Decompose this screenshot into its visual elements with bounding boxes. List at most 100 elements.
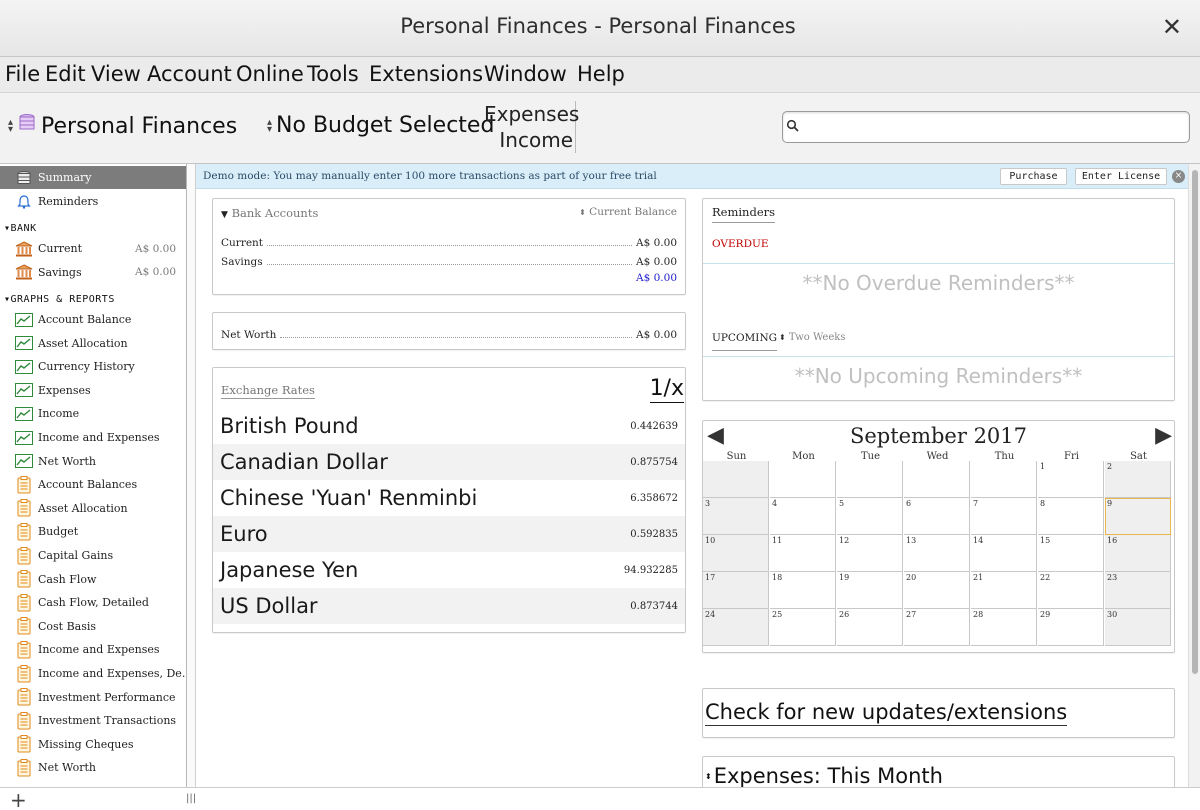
menu-tools[interactable]: Tools xyxy=(307,62,359,86)
enter-license-button[interactable]: Enter License xyxy=(1075,168,1167,185)
calendar-day[interactable]: 2 xyxy=(1105,461,1171,498)
search-input[interactable] xyxy=(782,111,1190,143)
sidebar-report-item[interactable]: Cash Flow, Detailed xyxy=(0,591,186,614)
scrollbar-thumb[interactable] xyxy=(1192,170,1198,674)
sidebar-report-item[interactable]: Asset Allocation xyxy=(0,497,186,520)
menu-online[interactable]: Online xyxy=(236,62,304,86)
sidebar-report-item[interactable]: Cash Flow xyxy=(0,568,186,591)
bank-icon xyxy=(15,263,33,281)
calendar-day[interactable]: 11 xyxy=(770,535,836,572)
bank-row-current[interactable]: Current A$ 0.00 xyxy=(221,234,677,249)
calendar-day[interactable]: 27 xyxy=(904,609,970,646)
calendar-day[interactable]: 6 xyxy=(904,498,970,535)
calendar-day[interactable]: 16 xyxy=(1105,535,1171,572)
check-updates-link[interactable]: Check for new updates/extensions xyxy=(705,699,1068,726)
menu-file[interactable]: File xyxy=(5,62,40,86)
menu-account[interactable]: Account xyxy=(147,62,232,86)
sidebar-report-item[interactable]: Budget xyxy=(0,520,186,543)
sidebar-item-label: Income and Expenses, De... xyxy=(38,667,186,680)
sidebar-item-summary[interactable]: Summary xyxy=(0,166,186,189)
calendar-day[interactable]: 15 xyxy=(1038,535,1104,572)
exchange-rate-row[interactable]: Euro 0.592835 xyxy=(213,516,685,552)
sidebar-graph-item[interactable]: Account Balance xyxy=(0,308,186,331)
bank-accounts-header[interactable]: ▼ Bank Accounts xyxy=(221,206,318,220)
calendar-day[interactable]: 10 xyxy=(703,535,769,572)
sidebar-graph-item[interactable]: Income xyxy=(0,402,186,425)
budget-selector[interactable]: ▴ ▾ No Budget Selected xyxy=(267,113,494,138)
calendar-day[interactable]: 28 xyxy=(971,609,1037,646)
bank-section-header[interactable]: ▾BANK xyxy=(4,223,37,234)
sidebar-report-item[interactable]: Account Balances xyxy=(0,473,186,496)
calendar-day[interactable]: 17 xyxy=(703,572,769,609)
reminders-title[interactable]: Reminders xyxy=(712,205,776,223)
sidebar-graph-item[interactable]: Asset Allocation xyxy=(0,332,186,355)
sidebar-report-item[interactable]: Investment Transactions xyxy=(0,709,186,732)
calendar-day[interactable]: 12 xyxy=(837,535,903,572)
sidebar-report-item[interactable]: Cost Basis xyxy=(0,615,186,638)
next-month-button[interactable]: ▶ xyxy=(1155,423,1172,448)
purchase-button[interactable]: Purchase xyxy=(1000,168,1067,185)
sidebar-item-reminders[interactable]: Reminders xyxy=(0,190,186,213)
main-scrollbar[interactable] xyxy=(1188,164,1200,787)
calendar-day[interactable]: 26 xyxy=(837,609,903,646)
sidebar-report-item[interactable]: Income and Expenses xyxy=(0,638,186,661)
balance-type-selector[interactable]: ⬍ Current Balance xyxy=(579,206,677,218)
graph-icon xyxy=(15,381,33,399)
calendar-day[interactable]: 24 xyxy=(703,609,769,646)
calendar-day[interactable]: 18 xyxy=(770,572,836,609)
calendar-day[interactable]: 7 xyxy=(971,498,1037,535)
report-icon xyxy=(15,593,33,612)
bank-row-savings[interactable]: Savings A$ 0.00 xyxy=(221,253,677,268)
account-selector[interactable]: ▴ ▾ Personal Finances xyxy=(8,113,237,139)
net-worth-row[interactable]: Net Worth A$ 0.00 xyxy=(221,326,677,341)
sidebar-report-item[interactable]: Capital Gains xyxy=(0,544,186,567)
sidebar-graph-item[interactable]: Currency History xyxy=(0,355,186,378)
exchange-rate-row[interactable]: Japanese Yen 94.932285 xyxy=(213,552,685,588)
calendar-day[interactable]: 23 xyxy=(1105,572,1171,609)
calendar-day[interactable]: 1 xyxy=(1038,461,1104,498)
calendar-day[interactable]: 9 xyxy=(1105,498,1171,535)
add-account-button[interactable]: + xyxy=(10,788,27,810)
sidebar-splitter[interactable] xyxy=(187,164,196,787)
splitter-grip-icon[interactable]: ||| xyxy=(186,793,196,804)
sidebar-item-savings[interactable]: Savings A$ 0.00 xyxy=(0,261,186,284)
sidebar-item-current[interactable]: Current A$ 0.00 xyxy=(0,237,186,260)
close-window-button[interactable]: ✕ xyxy=(1162,13,1182,41)
exchange-rate-row[interactable]: US Dollar 0.873744 xyxy=(213,588,685,624)
calendar-day[interactable]: 20 xyxy=(904,572,970,609)
calendar-day[interactable]: 5 xyxy=(837,498,903,535)
reports-section-header[interactable]: ▾GRAPHS & REPORTS xyxy=(4,294,115,305)
calendar-day[interactable]: 29 xyxy=(1038,609,1104,646)
calendar-day[interactable]: 14 xyxy=(971,535,1037,572)
calendar-day[interactable]: 22 xyxy=(1038,572,1104,609)
calendar-day[interactable]: 30 xyxy=(1105,609,1171,646)
exchange-rate-row[interactable]: Chinese 'Yuan' Renminbi 6.358672 xyxy=(213,480,685,516)
calendar-day[interactable]: 25 xyxy=(770,609,836,646)
expenses-widget-selector[interactable]: ⬍ Expenses: This Month xyxy=(705,764,943,787)
calendar-day[interactable]: 19 xyxy=(837,572,903,609)
sidebar-report-item[interactable]: Investment Performance xyxy=(0,686,186,709)
menu-edit[interactable]: Edit xyxy=(45,62,86,86)
expenses-income-indicator[interactable]: Expenses Income xyxy=(484,101,579,153)
sidebar-report-item[interactable]: Net Worth xyxy=(0,756,186,779)
sidebar-graph-item[interactable]: Net Worth xyxy=(0,450,186,473)
sidebar-graph-item[interactable]: Income and Expenses xyxy=(0,426,186,449)
exchange-rate-row[interactable]: British Pound 0.442639 xyxy=(213,408,685,444)
menu-window[interactable]: Window xyxy=(484,62,567,86)
calendar-day[interactable]: 21 xyxy=(971,572,1037,609)
menu-extensions[interactable]: Extensions xyxy=(369,62,483,86)
upcoming-period-selector[interactable]: ⬍ Two Weeks xyxy=(779,332,845,343)
invert-rates-button[interactable]: 1/x xyxy=(649,376,684,403)
sidebar-report-item[interactable]: Income and Expenses, De... xyxy=(0,662,186,685)
calendar-day[interactable]: 3 xyxy=(703,498,769,535)
upcoming-label[interactable]: UPCOMING xyxy=(712,332,778,351)
calendar-day[interactable]: 8 xyxy=(1038,498,1104,535)
menu-view[interactable]: View xyxy=(91,62,141,86)
sidebar-graph-item[interactable]: Expenses xyxy=(0,379,186,402)
sidebar-report-item[interactable]: Missing Cheques xyxy=(0,733,186,756)
calendar-day[interactable]: 4 xyxy=(770,498,836,535)
calendar-day[interactable]: 13 xyxy=(904,535,970,572)
close-banner-icon[interactable]: × xyxy=(1172,170,1185,183)
menu-help[interactable]: Help xyxy=(577,62,625,86)
exchange-rate-row[interactable]: Canadian Dollar 0.875754 xyxy=(213,444,685,480)
